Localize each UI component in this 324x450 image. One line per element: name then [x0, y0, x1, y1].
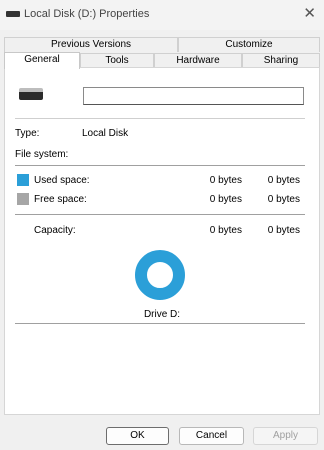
tab-row-front: General Tools Hardware Sharing [4, 52, 320, 69]
tab-row-back: Previous Versions Customize [4, 37, 320, 52]
title-bar: Local Disk (D:) Properties ✕ [0, 0, 324, 30]
tab-customize[interactable]: Customize [178, 37, 320, 52]
donut-used-ring [135, 250, 185, 300]
close-icon[interactable]: ✕ [303, 4, 316, 22]
capacity-bytes: 0 bytes [209, 225, 242, 236]
general-panel: Type: Local Disk File system: Used space… [4, 67, 320, 415]
divider [15, 214, 305, 215]
used-space-size: 0 bytes [267, 175, 300, 186]
drive-icon [19, 88, 43, 100]
capacity-size: 0 bytes [267, 225, 300, 236]
used-space-bytes: 0 bytes [209, 175, 242, 186]
drive-icon [6, 11, 20, 17]
type-value: Local Disk [82, 128, 129, 139]
free-space-size: 0 bytes [267, 194, 300, 205]
window-title: Local Disk (D:) Properties [24, 8, 150, 20]
filesystem-label: File system: [15, 149, 69, 160]
tab-sharing[interactable]: Sharing [242, 53, 320, 68]
type-label: Type: [15, 128, 40, 139]
tab-tools[interactable]: Tools [80, 53, 154, 68]
capacity-label: Capacity: [34, 225, 76, 236]
free-space-swatch [17, 193, 29, 205]
divider [15, 165, 305, 166]
drive-name-input[interactable] [83, 87, 304, 105]
apply-button[interactable]: Apply [253, 427, 318, 445]
cancel-button[interactable]: Cancel [179, 427, 244, 445]
used-space-label: Used space: [34, 175, 90, 186]
tab-hardware[interactable]: Hardware [154, 53, 242, 68]
tab-general[interactable]: General [4, 52, 80, 69]
used-space-swatch [17, 174, 29, 186]
free-space-bytes: 0 bytes [209, 194, 242, 205]
drive-label: Drive D: [143, 309, 181, 320]
free-space-label: Free space: [34, 194, 87, 205]
divider [15, 323, 305, 324]
tab-previous-versions[interactable]: Previous Versions [4, 37, 178, 52]
usage-donut-chart [135, 250, 185, 300]
divider [15, 118, 305, 119]
ok-button[interactable]: OK [106, 427, 169, 445]
